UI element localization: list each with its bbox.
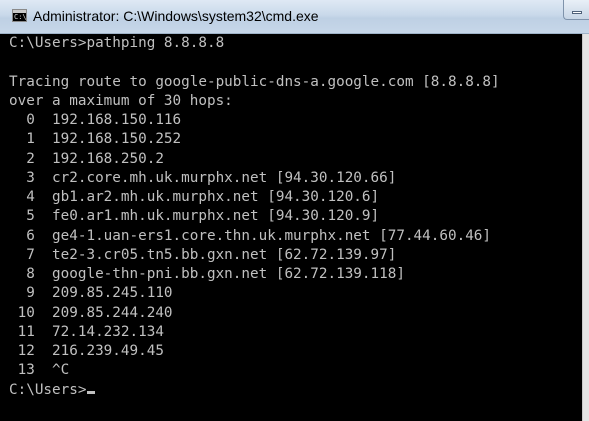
console-line: 0 192.168.150.116 (9, 112, 182, 128)
console-line: 8 google-thn-pni.bb.gxn.net [62.72.139.1… (9, 266, 405, 282)
console-line: over a maximum of 30 hops: (9, 92, 233, 109)
console-area[interactable]: C:\Users>pathping 8.8.8.8 Tracing route t… (0, 34, 589, 421)
console-line: 13 ^C (9, 362, 70, 379)
console-line: 1 192.168.150.252 (9, 131, 182, 148)
cmd-icon[interactable]: C:\ (12, 9, 27, 22)
console-line: 9 209.85.245.110 (9, 285, 173, 302)
cmd-window: C:\ Administrator: C:\Windows\system32\c… (0, 0, 589, 421)
vertical-scrollbar[interactable] (582, 34, 589, 421)
title-bar[interactable]: C:\ Administrator: C:\Windows\system32\c… (0, 0, 589, 34)
console-line: 7 te2-3.cr05.tn5.bb.gxn.net [62.72.139.9… (9, 246, 397, 263)
console-line: 3 cr2.core.mh.uk.murphx.net [94.30.120.6… (9, 169, 397, 186)
cmd-icon-glyph: C:\ (14, 13, 27, 21)
console-line: 5 fe0.ar1.mh.uk.murphx.net [94.30.120.9] (9, 208, 380, 225)
console-output: C:\Users>pathping 8.8.8.8 Tracing route t… (0, 34, 589, 400)
console-line: 12 216.239.49.45 (9, 343, 164, 359)
console-line: C:\Users>pathping 8.8.8.8 (9, 35, 225, 51)
window-title: Administrator: C:\Windows\system32\cmd.e… (33, 8, 319, 24)
console-line: 4 gb1.ar2.mh.uk.murphx.net [94.30.120.6] (9, 189, 380, 205)
minimize-button[interactable] (563, 0, 589, 20)
console-line: Tracing route to google-public-dns-a.goo… (9, 73, 500, 90)
prompt-line[interactable]: C:\Users> (9, 381, 589, 400)
text-cursor (87, 390, 96, 394)
console-line: 10 209.85.244.240 (9, 304, 173, 321)
command-prompt: C:\Users> (9, 381, 87, 398)
console-line: 6 ge4-1.uan-ers1.core.thn.uk.murphx.net … (9, 227, 492, 244)
minimize-icon (572, 11, 582, 14)
console-line: 2 192.168.250.2 (9, 150, 164, 167)
console-line: 11 72.14.232.134 (9, 323, 164, 340)
